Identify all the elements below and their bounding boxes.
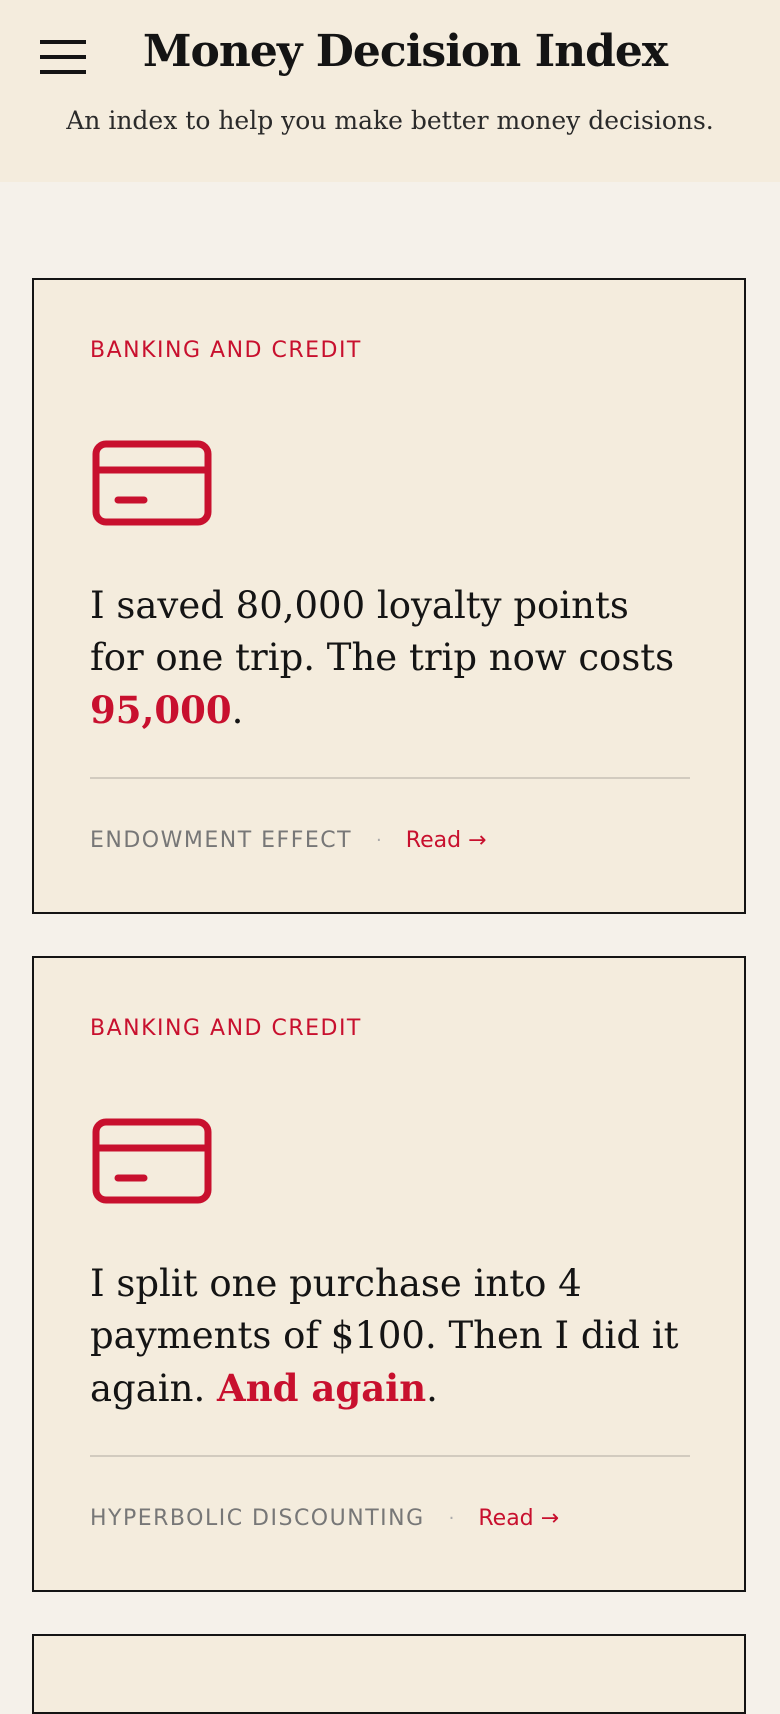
decision-card[interactable]: BANKING AND CREDIT I split one purchase … [32,956,746,1592]
read-link[interactable]: Read → [406,828,487,853]
card-text-highlight: And again [217,1366,427,1410]
card-tag: HYPERBOLIC DISCOUNTING [90,1506,425,1531]
card-text-main: I saved 80,000 loyalty points for one tr… [90,584,675,679]
card-category: BANKING AND CREDIT [90,338,362,363]
card-text: I saved 80,000 loyalty points for one tr… [90,580,690,737]
card-divider [90,777,690,779]
page-subtitle: An index to help you make better money d… [66,106,714,135]
card-text-highlight: 95,000 [90,688,232,732]
decision-card[interactable]: BANKING AND CREDIT I saved 80,000 loyalt… [32,278,746,914]
read-link[interactable]: Read → [478,1506,559,1531]
card-category: BANKING AND CREDIT [90,1016,362,1041]
site-header: Money Decision Index An index to help yo… [0,0,780,182]
credit-card-icon [92,440,212,526]
credit-card-icon [92,1118,212,1204]
page-title: Money Decision Index [142,26,668,77]
card-footer: HYPERBOLIC DISCOUNTING · Read → [90,1506,559,1531]
card-text: I split one purchase into 4 payments of … [90,1258,690,1415]
card-tag: ENDOWMENT EFFECT [90,828,353,853]
decision-card-partial[interactable] [32,1634,746,1714]
card-text-end: . [231,689,244,732]
card-text-end: . [426,1367,438,1410]
card-divider [90,1455,690,1457]
separator-dot: · [376,830,382,851]
card-footer: ENDOWMENT EFFECT · Read → [90,828,487,853]
separator-dot: · [448,1508,455,1529]
